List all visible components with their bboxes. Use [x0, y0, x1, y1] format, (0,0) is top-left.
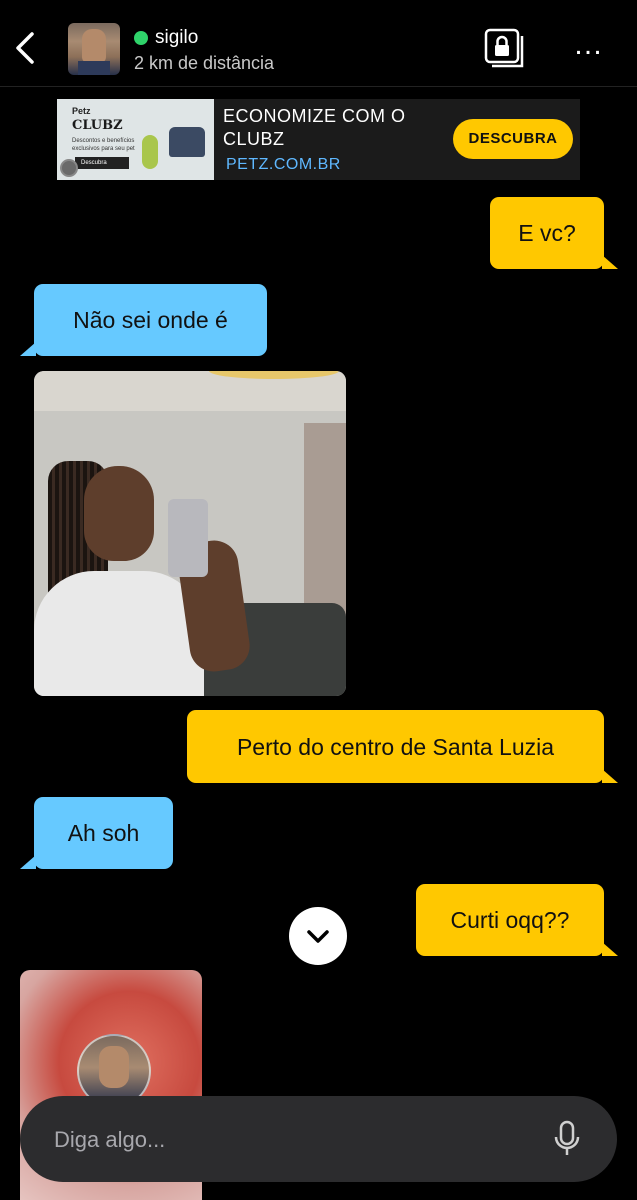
message-text: Perto do centro de Santa Luzia — [236, 734, 555, 760]
message-bubble-incoming[interactable]: Ah soh — [20, 797, 173, 869]
ad-cta-button[interactable]: DESCUBRA — [453, 119, 573, 159]
ad-image-title: CLUBZ — [72, 118, 123, 133]
message-bubble-outgoing[interactable]: E vc? — [490, 197, 618, 269]
message-text: E vc? — [518, 220, 576, 246]
ad-image-brand: Petz — [72, 106, 91, 116]
private-album-lock-icon — [484, 28, 524, 68]
message-input[interactable] — [52, 1118, 516, 1162]
message-bubble-outgoing[interactable]: Curti oqq?? — [416, 884, 618, 956]
voice-message-button[interactable] — [552, 1119, 582, 1159]
online-status-dot — [134, 31, 148, 45]
message-composer — [20, 1096, 617, 1182]
ad-image: Petz CLUBZ Descontos e benefícios exclus… — [57, 99, 214, 180]
private-album-button[interactable] — [484, 28, 526, 70]
profile-avatar[interactable] — [68, 23, 120, 75]
ad-image-description: Descontos e benefícios exclusivos para s… — [72, 138, 135, 152]
treasure-chest-graphic — [169, 127, 205, 157]
ad-banner[interactable]: Petz CLUBZ Descontos e benefícios exclus… — [57, 99, 580, 180]
scroll-to-bottom-button[interactable] — [289, 907, 347, 965]
cactus-mascot — [142, 135, 158, 169]
ad-info-icon[interactable] — [60, 159, 78, 177]
ad-title: ECONOMIZE COM O CLUBZ — [223, 106, 406, 149]
message-text: Curti oqq?? — [450, 907, 570, 933]
message-photo-selfie[interactable] — [34, 371, 346, 696]
profile-distance: 2 km de distância — [134, 53, 275, 73]
message-bubble-outgoing[interactable]: Perto do centro de Santa Luzia — [187, 710, 618, 783]
more-dots-icon: … — [573, 28, 607, 61]
microphone-icon — [554, 1120, 580, 1155]
chevron-down-icon — [307, 930, 329, 943]
message-text: Não sei onde é — [73, 307, 228, 333]
chevron-left-icon — [16, 32, 34, 64]
ad-domain: PETZ.COM.BR — [226, 156, 341, 173]
more-options-button[interactable]: … — [572, 30, 608, 64]
chat-header: sigilo 2 km de distância … — [0, 0, 637, 87]
message-bubble-incoming[interactable]: Não sei onde é — [20, 284, 267, 356]
message-text: Ah soh — [67, 820, 140, 846]
ad-image-button: Descubra — [75, 157, 129, 169]
back-button[interactable] — [8, 28, 44, 68]
profile-username[interactable]: sigilo — [155, 27, 198, 49]
